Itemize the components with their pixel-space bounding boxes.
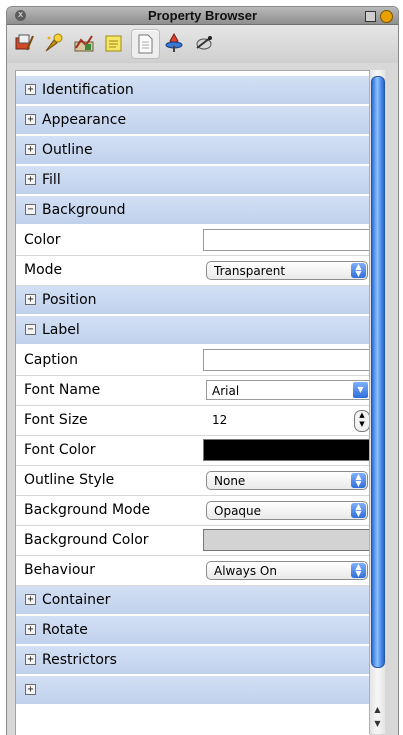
outline-style-select[interactable]: None ▲ ▼ xyxy=(206,471,368,490)
section-background[interactable]: − Background xyxy=(16,196,370,226)
property-row-color: Color xyxy=(16,226,370,256)
property-label: Font Name xyxy=(24,382,101,398)
stepper-value: 12 xyxy=(212,413,228,427)
property-row-background-mode: Background Mode Opaque ▲ ▼ xyxy=(16,496,370,526)
expand-icon[interactable]: + xyxy=(25,174,36,185)
behaviour-select[interactable]: Always On ▲ ▼ xyxy=(206,561,368,580)
toolbar xyxy=(7,25,398,63)
chevron-down-icon[interactable]: ▼ xyxy=(353,382,368,398)
section-label: Outline xyxy=(42,142,93,158)
font-color-swatch[interactable] xyxy=(203,439,370,461)
graph-icon[interactable] xyxy=(71,29,98,57)
updown-chevron-icon: ▲ ▼ xyxy=(351,503,366,518)
property-label: Color xyxy=(24,232,61,248)
expand-icon[interactable]: + xyxy=(25,144,36,155)
property-label: Caption xyxy=(24,352,79,368)
caption-field[interactable] xyxy=(203,349,370,371)
section-label: Background xyxy=(42,202,126,218)
scroll-up-arrow-icon[interactable]: ▲ xyxy=(370,704,385,716)
section-label: Rotate xyxy=(42,622,88,638)
expand-icon[interactable]: + xyxy=(25,114,36,125)
vertical-scrollbar[interactable]: ▲ ▼ xyxy=(369,70,385,734)
expand-icon[interactable]: + xyxy=(25,84,36,95)
background-mode-label-select[interactable]: Opaque ▲ ▼ xyxy=(206,501,368,520)
script-icon[interactable] xyxy=(191,29,218,57)
section-fill[interactable]: + Fill xyxy=(16,166,370,196)
scrollbar-thumb[interactable] xyxy=(371,76,385,668)
collapse-icon[interactable]: − xyxy=(25,324,36,335)
sprite-icon[interactable] xyxy=(161,29,188,57)
property-label: Outline Style xyxy=(24,472,115,488)
updown-chevron-icon: ▲ ▼ xyxy=(351,473,366,488)
options-icon[interactable] xyxy=(380,10,393,23)
property-row-outline-style: Outline Style None ▲ ▼ xyxy=(16,466,370,496)
section-label: Fill xyxy=(42,172,61,188)
select-value: Transparent xyxy=(214,264,286,278)
document-icon[interactable] xyxy=(131,29,160,59)
collapse-window-icon[interactable] xyxy=(365,11,376,22)
expand-icon[interactable]: + xyxy=(25,594,36,605)
sparkle-brush-icon[interactable] xyxy=(41,29,68,57)
property-row-font-name: Font Name Arial ▼ xyxy=(16,376,370,406)
section-label: Restrictors xyxy=(42,652,117,668)
section-position[interactable]: + Position xyxy=(16,286,370,316)
section-label: Container xyxy=(42,592,111,608)
section-restrictors[interactable]: + Restrictors xyxy=(16,646,370,676)
section-label: Identification xyxy=(42,82,134,98)
updown-chevron-icon: ▲ ▼ xyxy=(351,563,366,578)
property-row-mode: Mode Transparent ▲ ▼ xyxy=(16,256,370,286)
property-label: Background Color xyxy=(24,532,149,548)
section-container[interactable]: + Container xyxy=(16,586,370,616)
updown-chevron-icon: ▲ ▼ xyxy=(351,263,366,278)
section-label: Label xyxy=(42,322,80,338)
property-row-background-color: Background Color xyxy=(16,526,370,556)
font-name-combobox[interactable]: Arial ▼ xyxy=(206,380,370,400)
scroll-down-arrow-icon[interactable]: ▼ xyxy=(370,718,385,730)
title-bar: x Property Browser xyxy=(7,7,398,25)
expand-icon[interactable]: + xyxy=(25,654,36,665)
notes-icon[interactable] xyxy=(101,29,128,57)
combo-value: Arial xyxy=(212,384,240,398)
section-identification[interactable]: + Identification xyxy=(16,76,370,106)
property-list: + Identification + Appearance + Outline … xyxy=(15,70,371,735)
expand-icon[interactable]: + xyxy=(25,684,36,695)
section-outline[interactable]: + Outline xyxy=(16,136,370,166)
property-label: Font Color xyxy=(24,442,96,458)
select-value: Opaque xyxy=(214,504,262,518)
section-label: Position xyxy=(42,292,97,308)
select-value: Always On xyxy=(214,564,277,578)
property-label: Font Size xyxy=(24,412,88,428)
section-label-group[interactable]: − Label xyxy=(16,316,370,346)
select-value: None xyxy=(214,474,246,488)
property-label: Mode xyxy=(24,262,63,278)
property-row-behaviour: Behaviour Always On ▲ ▼ xyxy=(16,556,370,586)
property-row-caption: Caption xyxy=(16,346,370,376)
section-label: Appearance xyxy=(42,112,127,128)
expand-icon[interactable]: + xyxy=(25,624,36,635)
window-title: Property Browser xyxy=(147,8,258,23)
property-row-font-color: Font Color xyxy=(16,436,370,466)
font-size-stepper[interactable]: 12 ▲ ▼ xyxy=(206,410,370,432)
background-color-swatch[interactable] xyxy=(203,529,370,551)
stepper-arrows-icon[interactable]: ▲ ▼ xyxy=(354,410,370,432)
expand-icon[interactable]: + xyxy=(25,294,36,305)
section-rotate[interactable]: + Rotate xyxy=(16,616,370,646)
property-row-font-size: Font Size 12 ▲ ▼ xyxy=(16,406,370,436)
property-label: Background Mode xyxy=(24,502,151,518)
section-appearance[interactable]: + Appearance xyxy=(16,106,370,136)
section-partial-cutoff[interactable]: + xyxy=(16,676,370,706)
property-label: Behaviour xyxy=(24,562,96,578)
wizard-icon[interactable] xyxy=(11,29,38,57)
background-color-field[interactable] xyxy=(203,229,370,251)
collapse-icon[interactable]: − xyxy=(25,204,36,215)
background-mode-select[interactable]: Transparent ▲ ▼ xyxy=(206,261,368,280)
